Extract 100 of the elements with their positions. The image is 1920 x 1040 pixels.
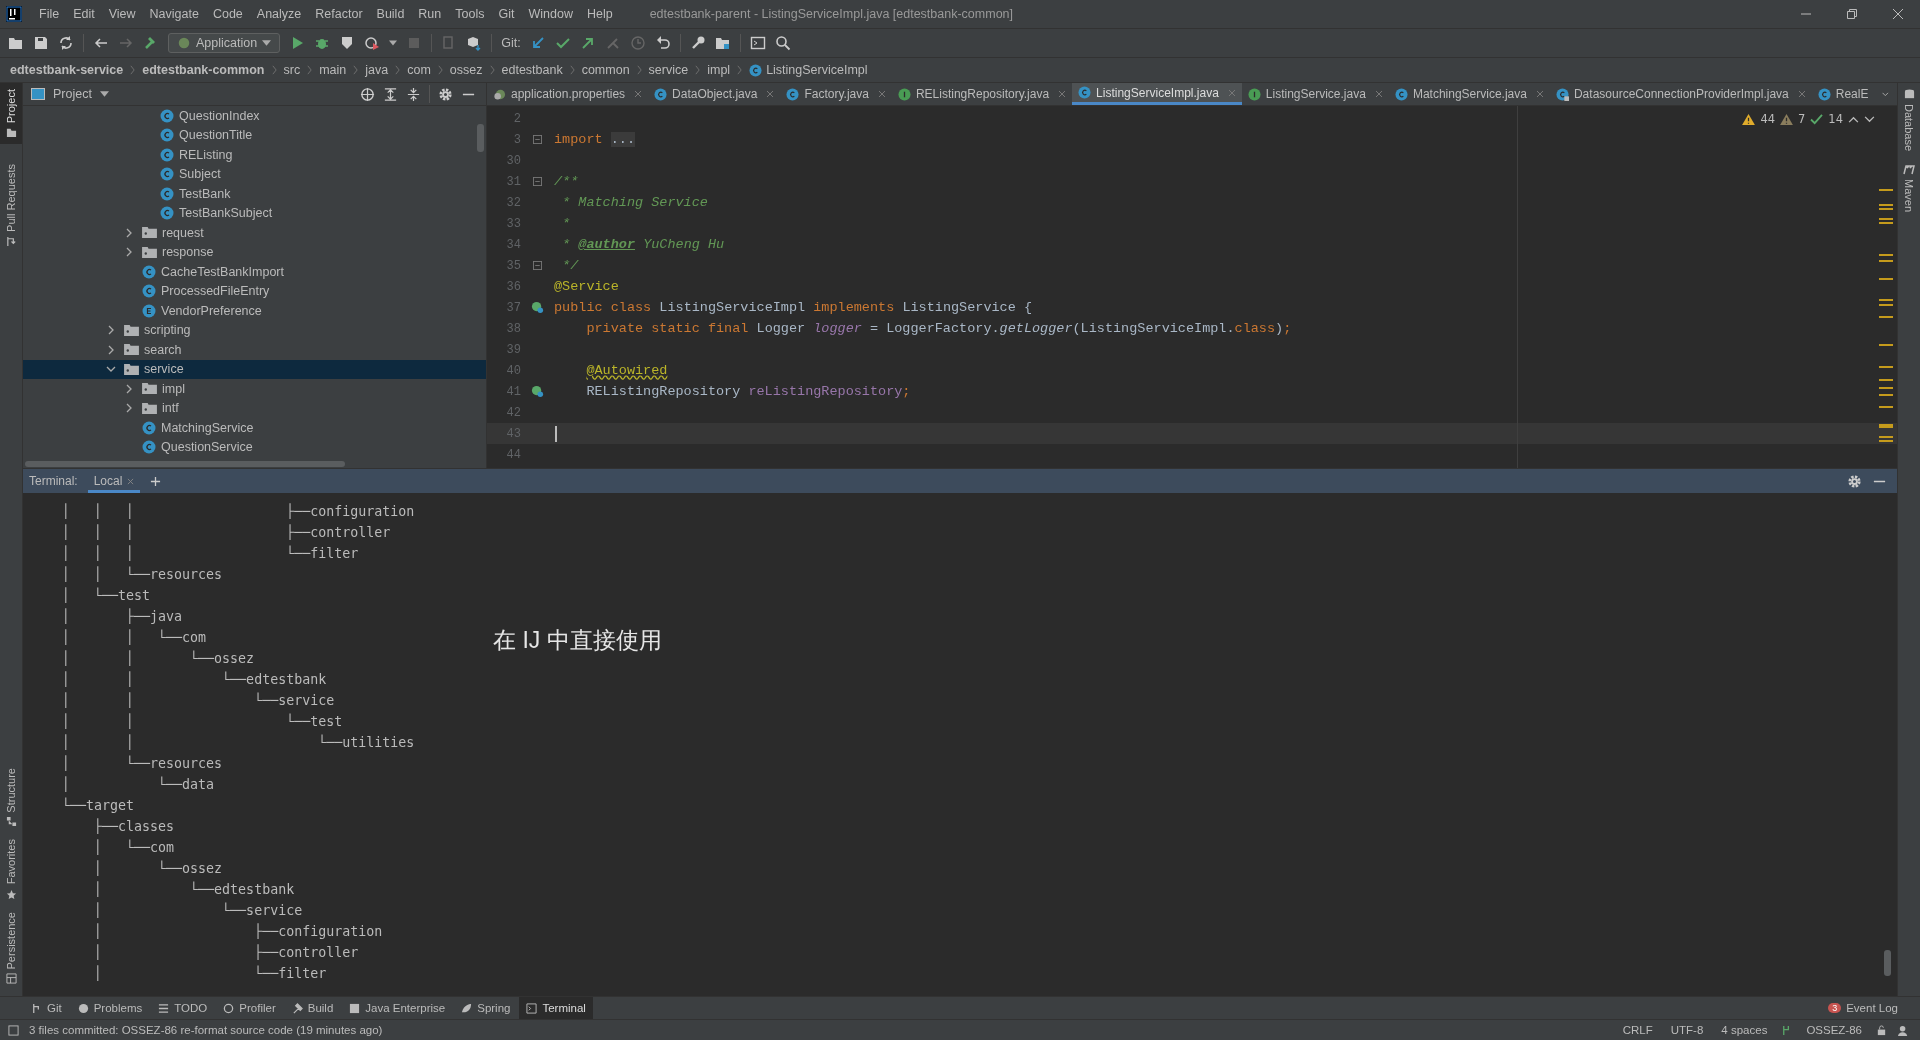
menu-item[interactable]: View xyxy=(101,7,143,21)
menu-item[interactable]: Run xyxy=(411,7,449,21)
chevron-right-icon[interactable] xyxy=(124,383,134,394)
menu-item[interactable]: Git xyxy=(491,7,522,21)
breadcrumb-item[interactable]: edtestbank xyxy=(501,63,563,77)
menu-item[interactable]: Code xyxy=(205,7,250,21)
editor-tab[interactable]: application.properties xyxy=(487,83,649,105)
breadcrumb-item[interactable]: main xyxy=(319,63,347,77)
tree-item[interactable]: QuestionTitle xyxy=(23,125,486,145)
menu-item[interactable]: Edit xyxy=(66,7,102,21)
close-icon[interactable] xyxy=(877,90,886,98)
spring-bean-icon[interactable] xyxy=(531,385,544,398)
breadcrumb-item[interactable]: common xyxy=(581,63,630,77)
spring-bean-icon[interactable] xyxy=(531,301,544,314)
editor-tab[interactable]: RealE xyxy=(1811,83,1875,105)
warning-count[interactable]: 44 xyxy=(1760,112,1776,126)
chevron-right-icon[interactable] xyxy=(124,227,134,238)
tree-item[interactable]: service xyxy=(23,359,486,379)
tree-item[interactable]: QuestionIndex xyxy=(23,106,486,126)
tool-window-tab[interactable]: Spring xyxy=(454,997,518,1019)
add-icon[interactable] xyxy=(150,475,162,487)
menu-item[interactable]: Analyze xyxy=(249,7,309,21)
cube-icon[interactable] xyxy=(466,35,483,51)
chevron-right-icon[interactable] xyxy=(106,325,116,336)
editor-tab[interactable]: Factory.java xyxy=(780,83,892,105)
restore-icon[interactable] xyxy=(1846,8,1858,20)
tree-item[interactable]: TestBank xyxy=(23,184,486,204)
breadcrumb-item[interactable]: edtestbank-service xyxy=(10,63,124,77)
chevron-right-icon[interactable] xyxy=(124,403,134,414)
editor-tab[interactable]: MatchingService.java xyxy=(1388,83,1550,105)
menu-item[interactable]: Navigate xyxy=(142,7,206,21)
fold-icon[interactable] xyxy=(533,177,542,186)
scrollbar[interactable] xyxy=(1884,950,1891,976)
breadcrumb-item[interactable]: edtestbank-common xyxy=(142,63,265,77)
chevron-right-icon[interactable] xyxy=(124,247,134,258)
typo-count[interactable]: 14 xyxy=(1828,112,1843,126)
caret-icon[interactable] xyxy=(389,40,398,46)
collapse-all-icon[interactable] xyxy=(406,86,421,102)
project-structure-icon[interactable] xyxy=(714,35,731,51)
project-view-selector[interactable]: Project xyxy=(53,87,92,101)
search-icon[interactable] xyxy=(774,35,791,51)
menu-item[interactable]: Help xyxy=(579,7,620,21)
close-icon[interactable] xyxy=(1797,90,1806,98)
chevron-down-icon[interactable] xyxy=(1864,115,1875,123)
tree-item[interactable]: request xyxy=(23,223,486,243)
save-icon[interactable] xyxy=(33,35,49,51)
tool-window-tab[interactable]: Java Enterprise xyxy=(342,997,453,1019)
tree-item[interactable]: scripting xyxy=(23,320,486,340)
tool-window-button[interactable]: Favorites xyxy=(0,833,22,906)
tree-item[interactable]: impl xyxy=(23,379,486,399)
tool-window-button[interactable]: Project xyxy=(0,83,22,145)
tree-item[interactable]: Subject xyxy=(23,164,486,184)
event-log-button[interactable]: 3 Event Log xyxy=(1828,1002,1920,1014)
tool-window-tab[interactable]: Build xyxy=(284,997,341,1019)
breadcrumb-item[interactable]: impl xyxy=(707,63,731,77)
tree-item[interactable]: TestBankSubject xyxy=(23,203,486,223)
lock-icon[interactable] xyxy=(1876,1024,1887,1036)
user-icon[interactable] xyxy=(1897,1024,1910,1036)
tool-window-tab[interactable]: Problems xyxy=(70,997,150,1019)
settings-icon[interactable] xyxy=(1847,473,1862,489)
tree-item[interactable]: response xyxy=(23,242,486,262)
tool-window-button[interactable]: Pull Requests xyxy=(0,158,22,254)
breadcrumb-item[interactable]: com xyxy=(407,63,431,77)
breadcrumb-item[interactable]: java xyxy=(365,63,389,77)
breadcrumb-item[interactable]: ossez xyxy=(449,63,483,77)
tool-window-button[interactable]: Maven xyxy=(1898,157,1920,219)
crosshair-icon[interactable] xyxy=(360,86,375,102)
settings-icon[interactable] xyxy=(438,86,453,102)
scrollbar[interactable] xyxy=(477,124,484,152)
tree-item[interactable]: CacheTestBankImport xyxy=(23,262,486,282)
close-icon[interactable] xyxy=(1535,90,1544,98)
tree-item[interactable]: REListing xyxy=(23,145,486,165)
sync-icon[interactable] xyxy=(58,35,74,51)
expand-all-icon[interactable] xyxy=(383,86,398,102)
tool-window-tab[interactable]: Profiler xyxy=(216,997,283,1019)
breadcrumb-item[interactable]: ListingServiceImpl xyxy=(766,63,868,77)
fold-icon[interactable] xyxy=(533,261,542,270)
caret-icon[interactable] xyxy=(99,91,109,97)
tree-item[interactable]: QuestionService xyxy=(23,437,486,457)
window-icon[interactable] xyxy=(749,35,766,51)
tree-item[interactable]: VendorPreference xyxy=(23,301,486,321)
tree-item[interactable]: intf xyxy=(23,398,486,418)
git-branch-widget[interactable]: OSSEZ-86 xyxy=(1802,1024,1866,1036)
open-folder-icon[interactable] xyxy=(8,35,24,51)
weak-warning-count[interactable]: 7 xyxy=(1798,112,1806,126)
profiler-icon[interactable] xyxy=(364,35,381,51)
chevron-down-icon[interactable] xyxy=(1882,90,1889,98)
tree-item[interactable]: MatchingService xyxy=(23,418,486,438)
indent-widget[interactable]: 4 spaces xyxy=(1717,1024,1772,1036)
chevron-right-icon[interactable] xyxy=(106,344,116,355)
close-icon[interactable] xyxy=(634,90,643,98)
menu-item[interactable]: Window xyxy=(521,7,580,21)
check-icon[interactable] xyxy=(554,35,571,51)
menu-item[interactable]: Tools xyxy=(448,7,492,21)
breadcrumb-item[interactable]: service xyxy=(648,63,689,77)
encoding-widget[interactable]: UTF-8 xyxy=(1666,1024,1708,1036)
menu-item[interactable]: Refactor xyxy=(308,7,370,21)
tool-window-tab[interactable]: Git xyxy=(24,997,69,1019)
close-icon[interactable] xyxy=(766,90,775,98)
tool-window-button[interactable]: Persistence xyxy=(0,905,22,990)
